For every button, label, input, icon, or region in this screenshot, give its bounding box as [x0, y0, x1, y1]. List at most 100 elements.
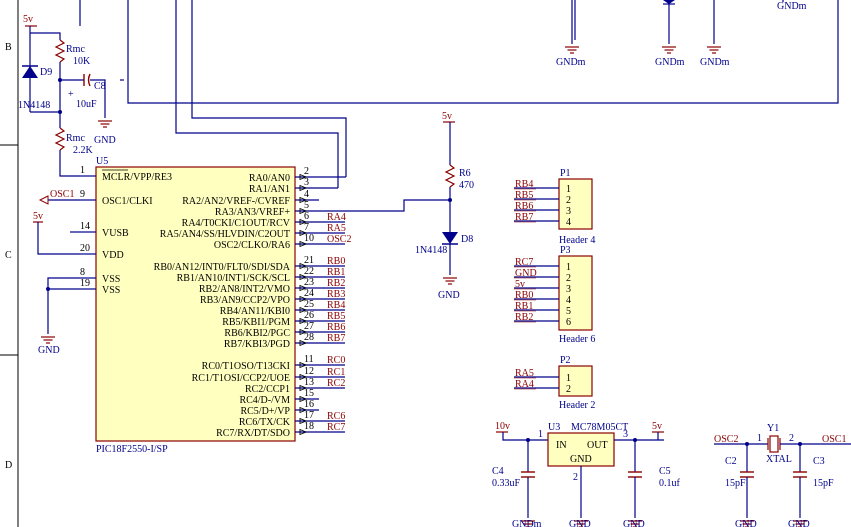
rmc-top-name: Rmc	[66, 44, 85, 55]
c5-name: C5	[659, 466, 671, 477]
p2-value: Header 2	[559, 400, 595, 411]
u5-right-pin-number: 27	[304, 321, 314, 332]
p2-pins-pin-number: 1	[566, 373, 571, 384]
u5-net-label-rb5: RB5	[327, 311, 345, 322]
u5-part-number: PIC18F2550-I/SP	[96, 444, 168, 455]
p3-pins-pin-number: 6	[566, 317, 571, 328]
u5-left-pin-name: MCLR/VPP/RE3	[102, 172, 172, 183]
d8-gnd-label: GND	[438, 290, 460, 301]
p3-pins-net-label: RB2	[515, 312, 533, 323]
u5-right-pin-number: 10	[304, 233, 314, 244]
u5-right-pin-number: 26	[304, 310, 314, 321]
u5-right-pin-name: RC1/T1OSI/CCP2/UOE	[192, 373, 290, 384]
p1-pins-pin-number: 2	[566, 195, 571, 206]
osc1-net-label: OSC1	[50, 189, 74, 200]
r6-name: R6	[459, 168, 471, 179]
u5-right-pin-name: RC6/TX/CK	[239, 417, 291, 428]
c3-value: 15pF	[813, 478, 834, 489]
p1-pins-pin-number: 3	[566, 206, 571, 217]
u5-right-pin-name: RC4/D-/VM	[239, 395, 290, 406]
p2-pins-net-label: RA5	[515, 368, 534, 379]
u5-right-pin-number: 3	[304, 177, 309, 188]
u5-right-pin-number: 11	[304, 354, 314, 365]
r6-value: 470	[459, 180, 474, 191]
c2-gnd-label: GND	[735, 519, 757, 527]
u5-right-pin-number: 2	[304, 166, 309, 177]
u5-right-pin-name: RA3/AN3/VREF+	[215, 207, 290, 218]
u5-left-pin-name: OSC1/CLKI	[102, 196, 153, 207]
zone-d-label: D	[5, 460, 12, 471]
u5-net-label-rb3: RB3	[327, 289, 345, 300]
d9-value: 1N4148	[18, 100, 50, 111]
u5-net-label-rb2: RB2	[327, 278, 345, 289]
u5-right-pin-name: RB0/AN12/INT0/FLT0/SDI/SDA	[154, 262, 291, 273]
p3-pins-net-label: 5v	[515, 279, 525, 290]
u5-right-pin-name: RB5/KBI1/PGM	[222, 317, 290, 328]
c4-gnd-label: GNDm	[512, 519, 542, 527]
u5-gnd-label: GND	[38, 345, 60, 356]
u5-right-pin-number: 28	[304, 332, 314, 343]
reset-network: 5v Rmc 10K D9 1N4148 C8 10uF + GND Rmc 2…	[18, 14, 116, 177]
p1-pins-pin-number: 4	[566, 217, 571, 228]
u5-net-label-rc1: RC1	[327, 367, 345, 378]
u5-net-label-rb7: RB7	[327, 333, 345, 344]
reg-5v-label: 5v	[652, 421, 662, 432]
u5-right-pin-name: RB4/AN11/KBI0	[220, 306, 290, 317]
u5-microcontroller: U5 PIC18F2550-I/SP 1 MCLR/VPP/RE3 9 OSC1/CL…	[80, 156, 351, 455]
gndm-label-1: GNDm	[556, 57, 586, 68]
p1-pins-net-label: RB6	[515, 201, 533, 212]
u5-left-pin-number: 8	[80, 267, 85, 278]
p1-pins-pin-number: 1	[566, 184, 571, 195]
u3-pin1: 1	[538, 429, 543, 440]
u3-gnd-pin-label: GND	[570, 454, 592, 465]
u5-left-pin-number: 1	[80, 165, 85, 176]
u5-right-pin-name: RA0/AN0	[249, 173, 290, 184]
r6-5v-label: 5v	[442, 111, 452, 122]
regulator-u3: 10v 1 U3 MC78M05CT IN OUT GND 3 5v 2 GND…	[492, 421, 681, 527]
header-p1: P1 Header 4 1RB42RB53RB64RB7	[514, 168, 595, 246]
p3-value: Header 6	[559, 334, 595, 345]
p3-pins-pin-number: 2	[566, 273, 571, 284]
u3-designator: U3	[548, 422, 560, 433]
vcc-5v-label-vdd: 5v	[33, 211, 43, 222]
svg-text:+: +	[68, 89, 74, 100]
schematic: B C D GNDm GNDm GNDm GNDm 5v Rmc 10K D9 …	[0, 0, 851, 527]
u5-net-label-rc2: RC2	[327, 378, 345, 389]
d9-diode-icon	[22, 66, 38, 78]
p2-pins-net-label: RA4	[515, 379, 534, 390]
u3-out-label: OUT	[587, 440, 608, 451]
gndm-label-3: GNDm	[700, 57, 730, 68]
d8-diode-icon	[442, 232, 458, 244]
c5-value: 0.1uf	[659, 478, 681, 489]
u5-right-pin-name: RC5/D+/VP	[240, 406, 290, 417]
u3-gnd-label: GND	[569, 519, 591, 527]
c8-name: C8	[94, 81, 106, 92]
c4-value: 0.33uF	[492, 478, 521, 489]
u5-right-pin-name: RB2/AN8/INT2/VMO	[199, 284, 290, 295]
u5-left-pin-name: VUSB	[102, 228, 129, 239]
p1-designator: P1	[560, 168, 571, 179]
u5-net-label-ra5: RA5	[327, 223, 346, 234]
u5-net-label-osc2: OSC2	[327, 234, 351, 245]
rmc-bot-value: 2.2K	[73, 145, 94, 156]
top-wires	[79, 0, 839, 188]
p3-pins-net-label: GND	[515, 268, 537, 279]
p3-pins-pin-number: 3	[566, 284, 571, 295]
d8-value: 1N4148	[415, 245, 447, 256]
u5-right-pin-name: RB7/KBI3/PGD	[224, 339, 290, 350]
u5-designator: U5	[96, 156, 108, 167]
p3-pins-net-label: RB1	[515, 301, 533, 312]
u5-right-pin-number: 4	[304, 189, 309, 200]
zone-c-label: C	[5, 250, 12, 261]
u3-pin2: 2	[573, 472, 578, 483]
u5-right-pin-number: 6	[304, 211, 309, 222]
y1-designator: Y1	[767, 423, 779, 434]
header-p2: P2 Header 2 1 RA5 2 RA4	[514, 355, 595, 411]
c8-value: 10uF	[76, 99, 97, 110]
p1-pins-net-label: RB7	[515, 212, 533, 223]
p3-pins-net-label: RB0	[515, 290, 533, 301]
c5-gnd-label: GND	[623, 519, 645, 527]
u5-net-label-rb4: RB4	[327, 300, 345, 311]
u5-net-label-rb6: RB6	[327, 322, 345, 333]
u5-right-pin-name: RB3/AN9/CCP2/VPO	[200, 295, 290, 306]
